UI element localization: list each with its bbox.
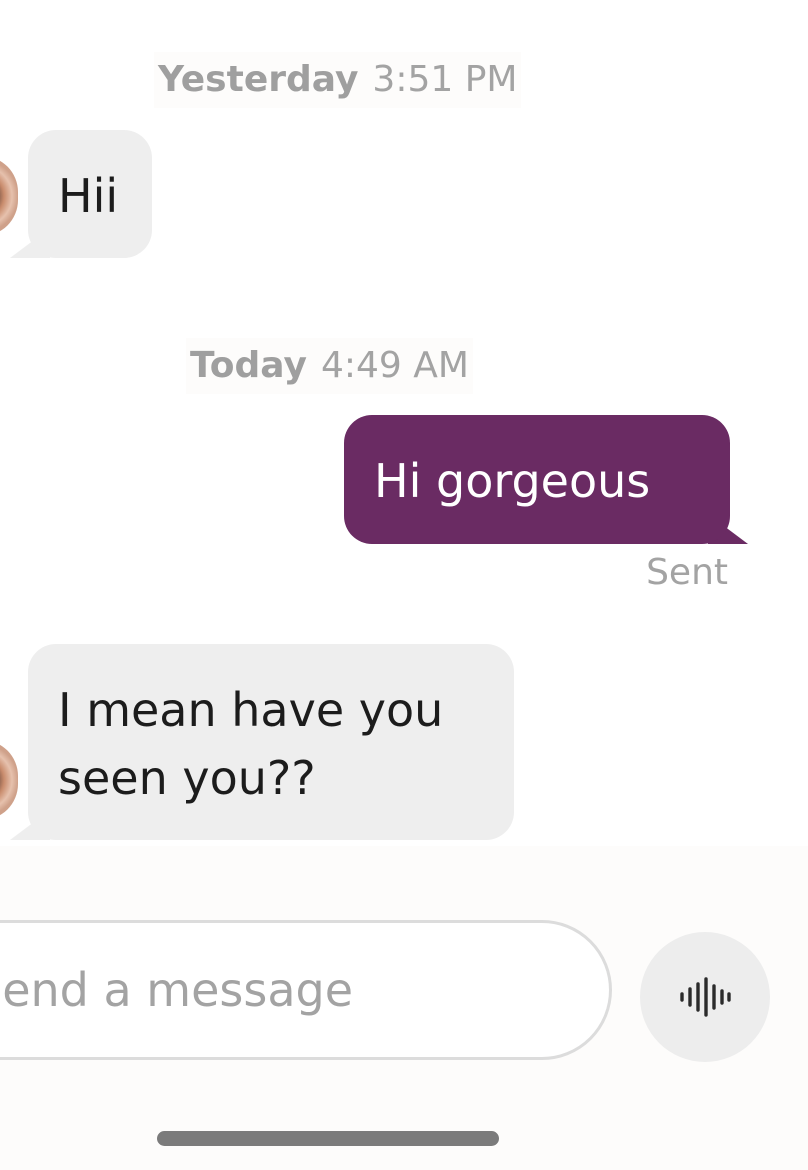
timestamp-time: 3:51 PM bbox=[372, 59, 518, 100]
timestamp-divider: Today 4:49 AM bbox=[186, 338, 473, 394]
waveform-icon bbox=[680, 977, 731, 1017]
chat-screen: Yesterday 3:51 PM Hii Today 4:49 AM Hi gor… bbox=[0, 0, 808, 1170]
outgoing-message-bubble[interactable]: Hi gorgeous bbox=[344, 415, 730, 544]
message-text: I mean have you seen you?? bbox=[58, 683, 444, 805]
message-input[interactable] bbox=[0, 920, 612, 1060]
message-text: Hi gorgeous bbox=[374, 454, 651, 508]
timestamp-day: Today bbox=[190, 345, 307, 386]
contact-avatar[interactable] bbox=[0, 156, 18, 236]
timestamp-time: 4:49 AM bbox=[320, 345, 469, 386]
home-indicator[interactable] bbox=[157, 1131, 499, 1146]
timestamp-day: Yesterday bbox=[158, 59, 359, 100]
timestamp-divider: Yesterday 3:51 PM bbox=[154, 52, 522, 108]
incoming-message-bubble[interactable]: Hii bbox=[28, 130, 152, 258]
contact-avatar[interactable] bbox=[0, 740, 18, 820]
message-text: Hii bbox=[58, 169, 119, 223]
voice-message-button[interactable] bbox=[640, 932, 770, 1062]
incoming-message-bubble[interactable]: I mean have you seen you?? bbox=[28, 644, 514, 840]
message-status: Sent bbox=[646, 552, 728, 593]
